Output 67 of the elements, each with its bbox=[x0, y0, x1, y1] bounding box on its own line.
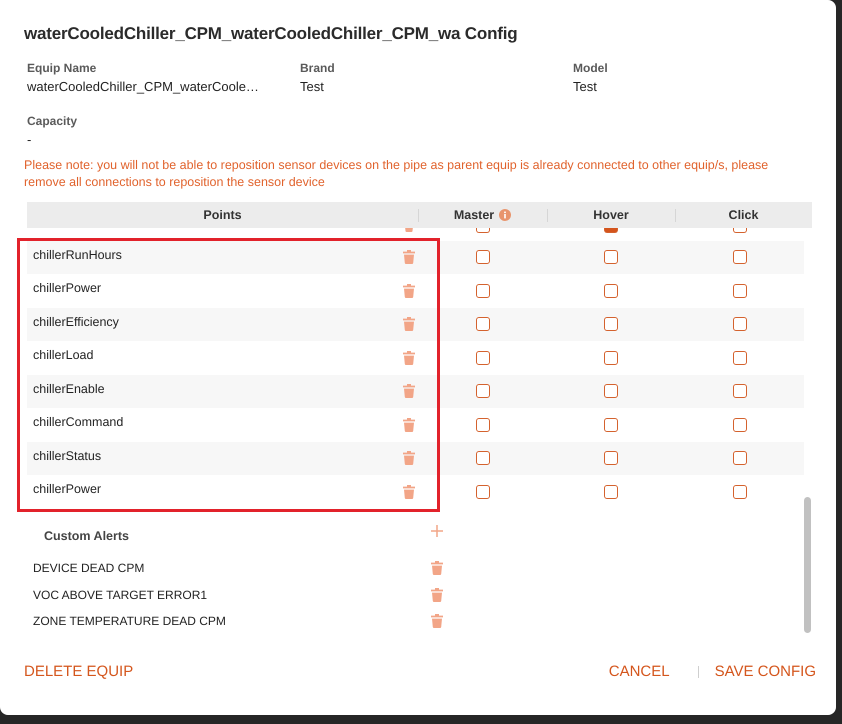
checkbox[interactable] bbox=[732, 384, 746, 398]
field-value: - bbox=[27, 132, 32, 148]
checkbox[interactable] bbox=[476, 317, 490, 332]
field-value: Test bbox=[573, 79, 597, 95]
checkbox[interactable] bbox=[732, 284, 746, 298]
checkbox[interactable] bbox=[476, 451, 490, 466]
info-icon[interactable] bbox=[499, 209, 512, 221]
checkbox[interactable] bbox=[476, 284, 490, 298]
checkbox[interactable] bbox=[476, 384, 490, 398]
point-name: chillerStatus bbox=[33, 448, 102, 464]
field-value: Test bbox=[300, 79, 324, 95]
field-label: Capacity bbox=[27, 113, 78, 129]
trash-icon[interactable] bbox=[431, 614, 443, 628]
checkbox[interactable] bbox=[732, 250, 746, 264]
checkbox[interactable] bbox=[476, 250, 490, 264]
cancel-button[interactable]: CANCEL bbox=[608, 662, 670, 682]
point-name: chillerEnable bbox=[33, 380, 105, 397]
checkbox[interactable] bbox=[604, 317, 618, 332]
checkbox[interactable] bbox=[604, 350, 618, 365]
checkbox[interactable] bbox=[476, 350, 490, 365]
point-name: chillerRunHours bbox=[33, 246, 122, 263]
trash-icon[interactable] bbox=[404, 228, 414, 232]
column-header[interactable]: Master bbox=[454, 207, 512, 223]
point-name: chillerPower bbox=[33, 481, 102, 498]
column-header[interactable]: Points bbox=[203, 207, 242, 223]
save-button[interactable]: SAVE CONFIG bbox=[714, 662, 816, 682]
trash-icon[interactable] bbox=[403, 484, 415, 499]
checkbox[interactable] bbox=[604, 284, 618, 298]
checkbox[interactable] bbox=[732, 350, 746, 365]
checkbox[interactable] bbox=[476, 484, 490, 499]
alert-name: DEVICE DEAD CPM bbox=[33, 560, 144, 576]
trash-icon[interactable] bbox=[431, 588, 443, 602]
column-header[interactable]: Hover bbox=[593, 207, 629, 223]
point-name: chillerLoad bbox=[33, 347, 94, 364]
field-label: Model bbox=[573, 60, 608, 76]
alert-name: ZONE TEMPERATURE DEAD CPM bbox=[33, 613, 226, 630]
delete-button[interactable]: DELETE EQUIP bbox=[24, 662, 134, 682]
checkbox[interactable] bbox=[604, 418, 618, 432]
checkbox[interactable] bbox=[732, 484, 746, 499]
column-header[interactable]: Click bbox=[728, 207, 758, 223]
trash-icon[interactable] bbox=[403, 350, 415, 365]
checkbox[interactable] bbox=[732, 418, 746, 432]
alert-name: VOC ABOVE TARGET ERROR1 bbox=[33, 586, 208, 603]
plus-icon[interactable] bbox=[431, 525, 443, 537]
checkbox[interactable] bbox=[604, 451, 618, 466]
checkbox[interactable] bbox=[476, 418, 490, 432]
point-name: chillerCommand bbox=[33, 414, 124, 430]
checkbox[interactable] bbox=[604, 484, 618, 499]
checkbox[interactable] bbox=[732, 317, 746, 332]
trash-icon[interactable] bbox=[431, 561, 443, 576]
scrollbar-thumb[interactable] bbox=[804, 497, 811, 633]
section-title: Custom Alerts bbox=[44, 528, 129, 544]
field-value: waterCooledChiller_CPM_waterCoole… bbox=[27, 79, 259, 95]
dialog-title: waterCooledChiller_CPM_waterCooledChiller_CPM_wa Config bbox=[24, 23, 518, 45]
checkbox[interactable] bbox=[732, 228, 746, 233]
checkbox[interactable] bbox=[732, 451, 746, 466]
checkbox[interactable] bbox=[604, 250, 618, 264]
point-name: chillerEfficiency bbox=[33, 314, 119, 330]
checkbox[interactable] bbox=[604, 228, 618, 233]
checkbox[interactable] bbox=[476, 228, 490, 233]
trash-icon[interactable] bbox=[403, 418, 415, 432]
point-name: chillerPower bbox=[33, 280, 102, 296]
trash-icon[interactable] bbox=[403, 284, 415, 298]
field-label: Brand bbox=[300, 60, 335, 76]
checkbox[interactable] bbox=[604, 384, 618, 398]
field-label: Equip Name bbox=[27, 60, 96, 76]
note-text: Please note: you will not be able to reposition sensor devices on the pipe as parent equip is already connected to other equip/s, please remove all connections to reposition the sensor device bbox=[24, 157, 770, 191]
